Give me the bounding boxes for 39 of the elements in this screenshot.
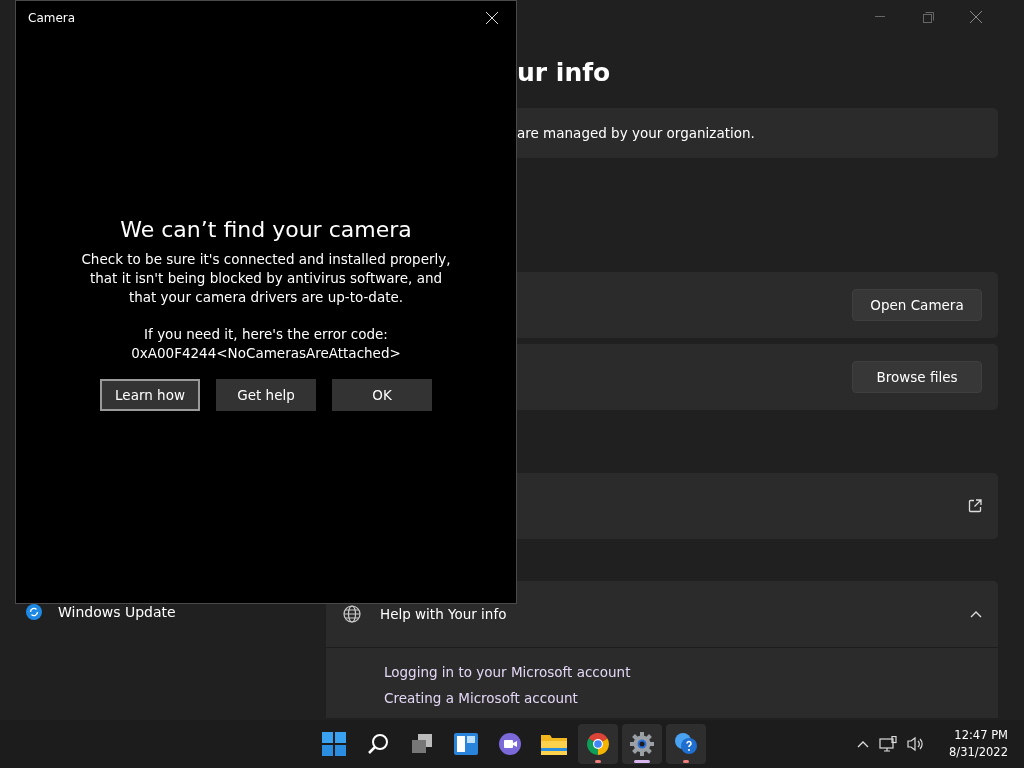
folder-icon [541, 733, 567, 755]
caret-up-icon[interactable] [857, 740, 870, 748]
four-squares-icon [322, 732, 346, 756]
card-button[interactable]: Browse files [852, 361, 982, 393]
external-link-icon[interactable] [968, 499, 982, 513]
help-link[interactable]: Logging in to your Microsoft account [384, 664, 631, 680]
speaker-icon[interactable] [907, 736, 926, 752]
chat-icon [498, 732, 522, 756]
error-code-label: If you need it, here's the error code: [143, 325, 389, 344]
dialog-button[interactable]: OK [332, 379, 432, 411]
globe-icon [342, 604, 362, 624]
card-button[interactable]: Open Camera [852, 289, 982, 321]
refresh-icon [26, 604, 42, 620]
chevron-up-icon[interactable] [970, 610, 982, 618]
close-icon [486, 12, 498, 24]
close-icon [970, 11, 982, 23]
help-title: Help with Your info [380, 606, 508, 622]
minimize-icon [875, 16, 885, 18]
task-view-icon [411, 733, 433, 755]
browser-icon [586, 732, 610, 756]
error-heading: We can’t find your camera [120, 217, 412, 242]
help-bubble-icon [674, 732, 698, 756]
dialog-title: Camera [28, 11, 76, 25]
dialog-button[interactable]: Learn how [100, 379, 200, 411]
widgets-icon [454, 733, 478, 755]
error-code: 0xA00F4244<NoCamerasAreAttached> [130, 344, 402, 363]
dialog-button[interactable]: Get help [216, 379, 316, 411]
gear-icon [630, 732, 654, 756]
network-icon[interactable] [879, 736, 898, 752]
notice-text: are managed by your organization. [517, 125, 756, 141]
error-message: Check to be sure it's connected and installed properly, that it isn't being blocked by antivirus software, and that your camera drivers are up-to-date. [80, 250, 452, 307]
sidebar-item[interactable]: Windows Update [26, 600, 326, 624]
help-link[interactable]: Creating a Microsoft account [384, 690, 578, 706]
taskbar-button[interactable] [578, 724, 618, 764]
restore-icon [922, 11, 934, 23]
taskbar-button[interactable] [622, 724, 662, 764]
clock[interactable]: 12:47 PM 8/31/2022 [949, 727, 1008, 761]
page-title: ur info [516, 58, 612, 89]
search-icon [367, 733, 389, 755]
